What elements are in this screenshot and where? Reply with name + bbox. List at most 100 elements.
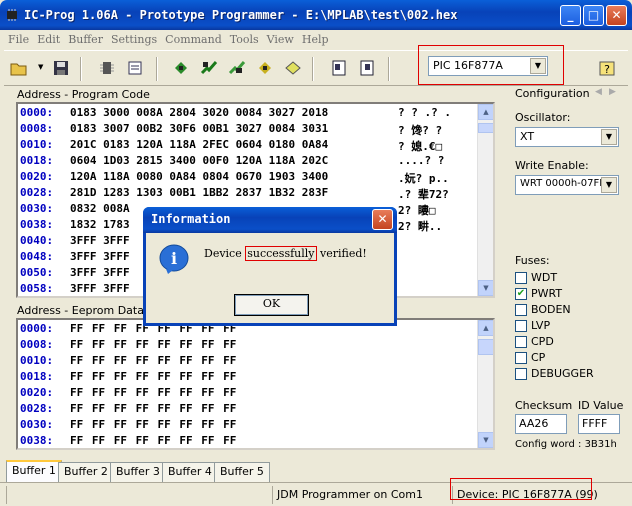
table-row[interactable]: 0008: 0183 3007 00B2 30F6 00B1 3027 0084 … [20, 122, 442, 138]
fuses-label: Fuses: [515, 254, 550, 267]
scroll-up-icon[interactable]: ▲ [478, 104, 493, 120]
row-ascii: ? 媳.€□ [398, 140, 443, 153]
help-icon[interactable]: ? [598, 59, 616, 77]
menu-file[interactable]: File [4, 30, 33, 49]
menu-help[interactable]: Help [298, 30, 333, 49]
eeprom-grid[interactable]: 0000: FF FF FF FF FF FF FF FF 0008: FF FF F… [16, 318, 495, 450]
table-row[interactable]: 0020: 120A 118A 0080 0A84 0804 0670 1903 … [20, 170, 449, 186]
table-row[interactable]: 0010: 201C 0183 120A 118A 2FEC 0604 0180 … [20, 138, 442, 154]
write-enable-label: Write Enable: [515, 159, 589, 172]
arrow-right-icon[interactable]: ▶ [609, 87, 616, 97]
dialog-message-highlight: successfully [245, 246, 317, 261]
menu-buffer[interactable]: Buffer [64, 30, 107, 49]
blank-check-icon[interactable] [284, 59, 302, 77]
table-row[interactable]: 0000: FF FF FF FF FF FF FF FF [20, 322, 236, 338]
minimize-button[interactable]: _ [560, 5, 581, 26]
table-row[interactable]: 0018: 0604 1D03 2815 3400 00F0 120A 118A … [20, 154, 444, 170]
dialog-close-button[interactable]: ✕ [372, 209, 393, 230]
id-value-field[interactable]: FFFF [578, 414, 620, 434]
toolbar-separator [388, 57, 390, 81]
scroll-down-icon[interactable]: ▼ [478, 280, 493, 296]
table-row[interactable]: 0030: 0832 008A 2? 瞜□ [20, 202, 436, 218]
program-code-scrollbar[interactable]: ▲ ▼ [477, 104, 493, 296]
title-bar: IC-Prog 1.06A - Prototype Programmer - E… [0, 0, 632, 30]
fuse-checkbox-cpd[interactable] [515, 336, 527, 348]
save-icon[interactable] [52, 59, 70, 77]
row-address: 0020: [20, 386, 54, 399]
dropdown-arrow-icon[interactable]: ▼ [601, 177, 617, 193]
fuse-checkbox-wdt[interactable] [515, 272, 527, 284]
close-button[interactable]: ✕ [606, 5, 627, 26]
information-dialog: Information ✕ i Device successfully veri… [143, 207, 397, 326]
chevron-down-icon[interactable]: ▼ [38, 63, 43, 71]
fuse-checkbox-pwrt[interactable]: ✔ [515, 288, 527, 300]
view-hex-icon[interactable] [330, 59, 348, 77]
row-data: FF FF FF FF FF FF FF FF [70, 434, 237, 447]
fuse-checkbox-debugger[interactable] [515, 368, 527, 380]
checksum-field[interactable]: AA26 [515, 414, 567, 434]
menu-view[interactable]: View [263, 30, 298, 49]
toolbar-separator [156, 57, 158, 81]
row-data: 0832 008A [70, 202, 130, 215]
fuse-checkbox-cp[interactable] [515, 352, 527, 364]
table-row[interactable]: 0000: 0183 3000 008A 2804 3020 0084 3027 … [20, 106, 451, 122]
device-select[interactable]: PIC 16F877A ▼ [428, 56, 548, 76]
svg-text:?: ? [604, 63, 610, 76]
dialog-message: Device successfully verified! [204, 246, 367, 261]
table-row[interactable]: 0048: 3FFF 3FFF [20, 250, 130, 266]
ok-button[interactable]: OK [234, 294, 309, 316]
table-row[interactable]: 0028: FF FF FF FF FF FF FF FF [20, 402, 236, 418]
open-folder-icon[interactable] [10, 59, 28, 77]
row-data: FF FF FF FF FF FF FF FF [70, 370, 237, 383]
dropdown-arrow-icon[interactable]: ▼ [530, 58, 546, 74]
menu-tools[interactable]: Tools [226, 30, 263, 49]
view-assembler-icon[interactable] [358, 59, 376, 77]
fuse-checkbox-lvp[interactable] [515, 320, 527, 332]
maximize-button[interactable]: □ [583, 5, 604, 26]
window-title: IC-Prog 1.06A - Prototype Programmer - E… [24, 8, 458, 22]
toolbar: ▼ PIC 16F877A ▼ ? [4, 45, 628, 86]
program-device-icon[interactable] [200, 59, 218, 77]
table-row[interactable]: 0020: FF FF FF FF FF FF FF FF [20, 386, 236, 402]
table-row[interactable]: 0028: 281D 1283 1303 00B1 1BB2 2837 1B32 … [20, 186, 449, 202]
chip-read-icon[interactable] [98, 59, 116, 77]
scroll-up-icon[interactable]: ▲ [478, 320, 493, 336]
table-row[interactable]: 0058: 3FFF 3FFF [20, 282, 130, 296]
table-row[interactable]: 0040: 3FFF 3FFF [20, 234, 130, 250]
tab-buffer-3[interactable]: Buffer 3 [110, 462, 166, 482]
table-row[interactable]: 0010: FF FF FF FF FF FF FF FF [20, 354, 236, 370]
tab-buffer-2[interactable]: Buffer 2 [58, 462, 114, 482]
tab-buffer-4[interactable]: Buffer 4 [162, 462, 218, 482]
scroll-down-icon[interactable]: ▼ [478, 432, 493, 448]
dialog-message-start: Device [204, 247, 246, 260]
fuse-checkbox-boden[interactable] [515, 304, 527, 316]
row-address: 0018: [20, 370, 54, 383]
write-enable-select[interactable]: WRT 0000h-07FF ▼ [515, 175, 619, 195]
dropdown-arrow-icon[interactable]: ▼ [601, 129, 617, 145]
eeprom-scrollbar[interactable]: ▲ ▼ [477, 320, 493, 448]
tab-buffer-5[interactable]: Buffer 5 [214, 462, 270, 482]
table-row[interactable]: 0038: FF FF FF FF FF FF FF FF [20, 434, 236, 448]
verify-device-icon[interactable] [256, 59, 274, 77]
menu-command[interactable]: Command [161, 30, 226, 49]
scroll-thumb[interactable] [478, 123, 493, 133]
table-row[interactable]: 0018: FF FF FF FF FF FF FF FF [20, 370, 236, 386]
arrow-left-icon[interactable]: ◀ [595, 87, 602, 97]
menu-settings[interactable]: Settings [107, 30, 161, 49]
row-ascii: ? 馋? ? [398, 124, 443, 137]
read-device-icon[interactable] [172, 59, 190, 77]
table-row[interactable]: 0038: 1832 1783 2? 畊.. [20, 218, 442, 234]
table-row[interactable]: 0030: FF FF FF FF FF FF FF FF [20, 418, 236, 434]
tab-buffer-1[interactable]: Buffer 1 [6, 460, 62, 482]
row-ascii: ? ? .? . [398, 106, 451, 119]
toolbar-separator [80, 57, 82, 81]
scroll-thumb[interactable] [478, 339, 493, 355]
oscillator-select[interactable]: XT ▼ [515, 127, 619, 147]
table-row[interactable]: 0050: 3FFF 3FFF [20, 266, 130, 282]
properties-icon[interactable] [126, 59, 144, 77]
menu-edit[interactable]: Edit [33, 30, 64, 49]
row-address: 0058: [20, 282, 54, 295]
table-row[interactable]: 0008: FF FF FF FF FF FF FF FF [20, 338, 236, 354]
erase-device-icon[interactable] [228, 59, 246, 77]
row-address: 0010: [20, 138, 54, 151]
